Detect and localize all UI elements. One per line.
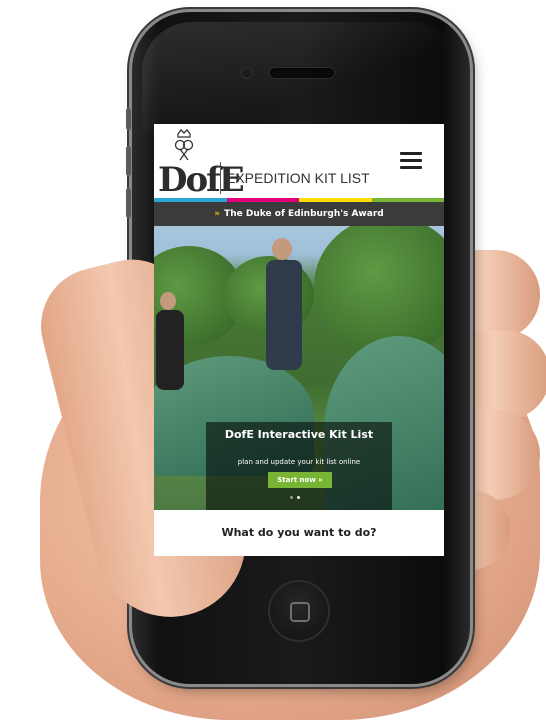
crest-icon — [174, 129, 194, 161]
tree — [314, 226, 444, 356]
hero-subtitle: plan and update your kit list online — [237, 458, 361, 466]
home-button-icon — [290, 602, 310, 622]
carousel-dot[interactable] — [290, 496, 293, 499]
person — [156, 310, 184, 390]
earpiece-speaker — [270, 68, 334, 78]
hero-carousel: DofE Interactive Kit List plan and updat… — [154, 226, 444, 510]
home-button[interactable] — [270, 582, 328, 640]
person — [272, 238, 292, 260]
mute-switch — [126, 108, 131, 130]
volume-down-button — [126, 188, 131, 218]
carousel-dots[interactable] — [290, 496, 300, 499]
site-title: EXPEDITION KIT LIST — [226, 170, 370, 186]
start-now-label: Start now — [277, 476, 316, 484]
person — [160, 292, 176, 310]
award-link-bar[interactable]: » The Duke of Edinburgh's Award — [154, 202, 444, 226]
site-header: DofE EXPEDITION KIT LIST — [154, 124, 444, 202]
front-camera-icon — [242, 68, 252, 78]
phone-screen: DofE EXPEDITION KIT LIST » The Duke of Ed… — [154, 124, 444, 556]
start-now-button[interactable]: Start now » — [268, 472, 332, 488]
hamburger-icon[interactable] — [400, 152, 422, 170]
volume-up-button — [126, 146, 131, 176]
hero-title: DofE Interactive Kit List — [224, 428, 374, 441]
person — [266, 260, 302, 370]
section-heading: What do you want to do? — [154, 510, 444, 556]
chevron-right-icon: » — [318, 476, 323, 484]
award-link-label: The Duke of Edinburgh's Award — [224, 209, 384, 219]
header-divider — [220, 162, 221, 194]
hero-caption: DofE Interactive Kit List plan and updat… — [206, 422, 392, 510]
chevron-right-icon: » — [214, 209, 221, 219]
carousel-dot-active[interactable] — [297, 496, 300, 499]
